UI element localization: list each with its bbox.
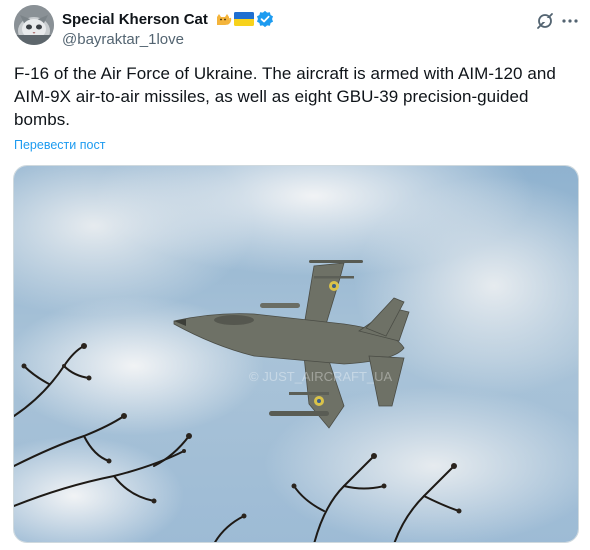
- tweet-text-line: F-16 of the Air Force of Ukraine. The ai…: [14, 64, 556, 83]
- tweet-text-line: bombs.: [14, 110, 71, 129]
- grok-icon[interactable]: [535, 11, 555, 31]
- tweet-text: F-16 of the Air Force of Ukraine. The ai…: [14, 62, 574, 131]
- more-options-icon[interactable]: [560, 11, 580, 31]
- author-handle[interactable]: @bayraktar_1love: [62, 31, 184, 48]
- translate-post-link[interactable]: Перевести пост: [14, 138, 105, 152]
- f16-fighter-jet-photo: © JUST_AIRCRAFT_UA: [14, 166, 578, 542]
- tweet-media-photo[interactable]: © JUST_AIRCRAFT_UA: [13, 165, 579, 543]
- verified-badge-icon[interactable]: [256, 10, 274, 28]
- author-name-row: Special Kherson Cat: [62, 9, 274, 29]
- avatar[interactable]: [14, 5, 54, 45]
- tweet-text-line: AIM-9X air-to-air missiles, as well as e…: [14, 87, 529, 106]
- ukraine-flag-emoji: [233, 12, 254, 26]
- cat-avatar-image: [14, 5, 54, 45]
- photo-watermark: © JUST_AIRCRAFT_UA: [249, 369, 393, 384]
- author-display-name[interactable]: Special Kherson Cat: [62, 11, 208, 28]
- author-badges: [214, 10, 274, 28]
- cat-emoji: [216, 14, 232, 25]
